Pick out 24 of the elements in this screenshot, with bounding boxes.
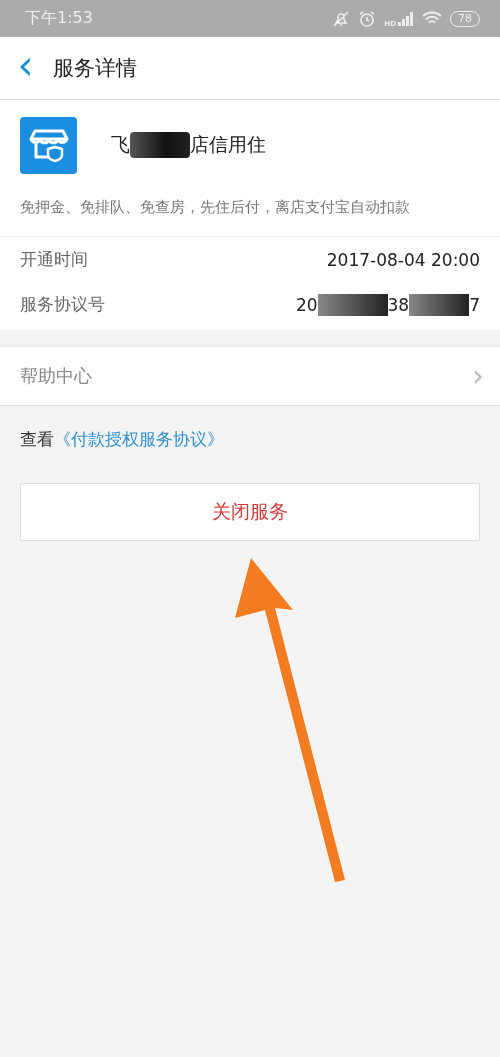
- redaction-mark: [130, 132, 190, 158]
- wifi-icon: [422, 11, 442, 26]
- detail-value: 38: [387, 294, 410, 315]
- service-description: 免押金、免排队、免查房，先住后付，离店支付宝自动扣款: [0, 174, 500, 237]
- redaction-mark: [409, 293, 470, 316]
- store-logo-icon: [20, 116, 77, 174]
- help-center-row[interactable]: 帮助中心 ›: [0, 346, 500, 406]
- close-service-button[interactable]: 关闭服务: [20, 483, 480, 541]
- status-time: 下午1:53: [25, 8, 93, 29]
- service-name: 店信用住: [190, 132, 266, 157]
- alarm-icon: [358, 9, 377, 28]
- detail-value: 20: [295, 294, 318, 315]
- page-title: 服务详情: [53, 55, 137, 82]
- detail-label: 服务协议号: [20, 293, 105, 316]
- view-label: 查看: [20, 428, 54, 451]
- detail-value: 7: [469, 294, 480, 315]
- signal-icon: [398, 11, 414, 26]
- detail-value: 2017-08-04 20:00: [326, 249, 480, 270]
- service-name: 飞: [111, 132, 130, 157]
- detail-label: 开通时间: [20, 248, 88, 271]
- mute-bell-icon: [332, 9, 351, 28]
- agreement-link[interactable]: 《付款授权服务协议》: [54, 428, 224, 454]
- redaction-mark: [317, 293, 388, 316]
- back-button[interactable]: ‹: [0, 45, 53, 85]
